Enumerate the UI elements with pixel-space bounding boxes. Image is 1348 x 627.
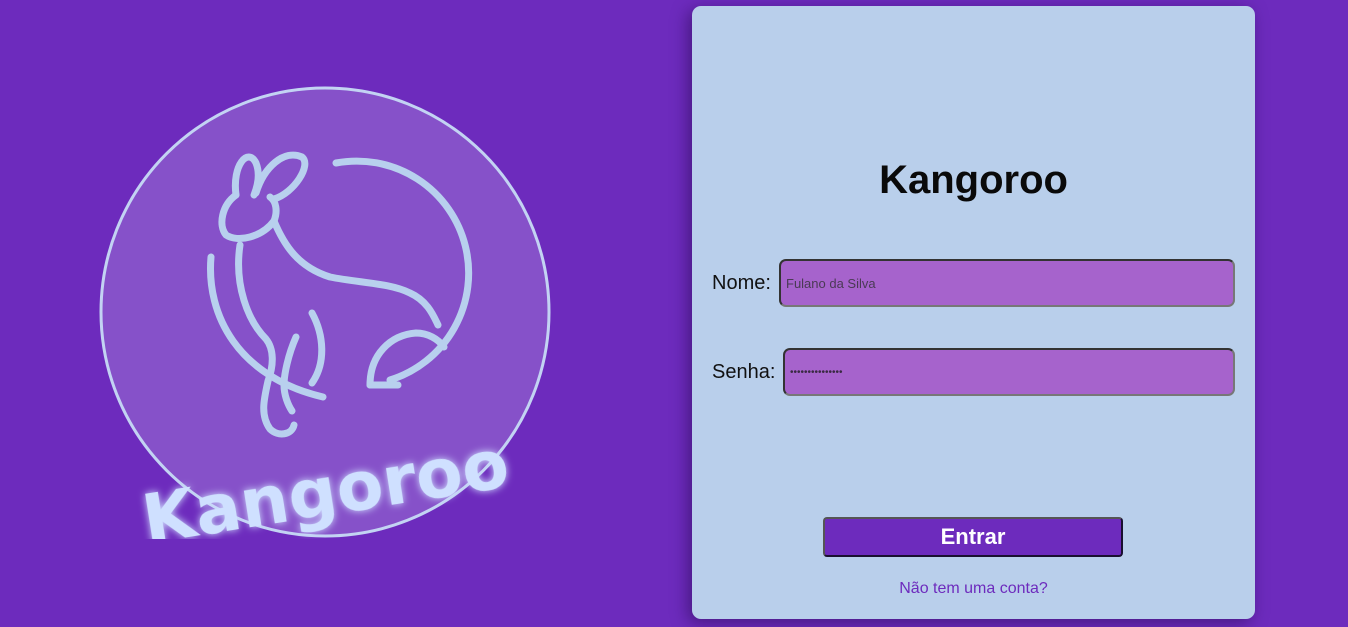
- password-label: Senha:: [712, 361, 776, 383]
- name-label: Nome:: [712, 272, 771, 294]
- name-input[interactable]: [779, 259, 1235, 307]
- brand-logo: Kangoroo: [98, 85, 552, 539]
- page-title: Kangoroo: [879, 158, 1068, 202]
- signup-link[interactable]: Não tem uma conta?: [692, 579, 1255, 599]
- kangaroo-logo-emblem: Kangoroo: [99, 86, 551, 539]
- password-input[interactable]: [783, 348, 1235, 396]
- login-card: Kangoroo Nome: Senha: Entrar Não tem uma…: [692, 6, 1255, 619]
- submit-button[interactable]: Entrar: [823, 517, 1123, 557]
